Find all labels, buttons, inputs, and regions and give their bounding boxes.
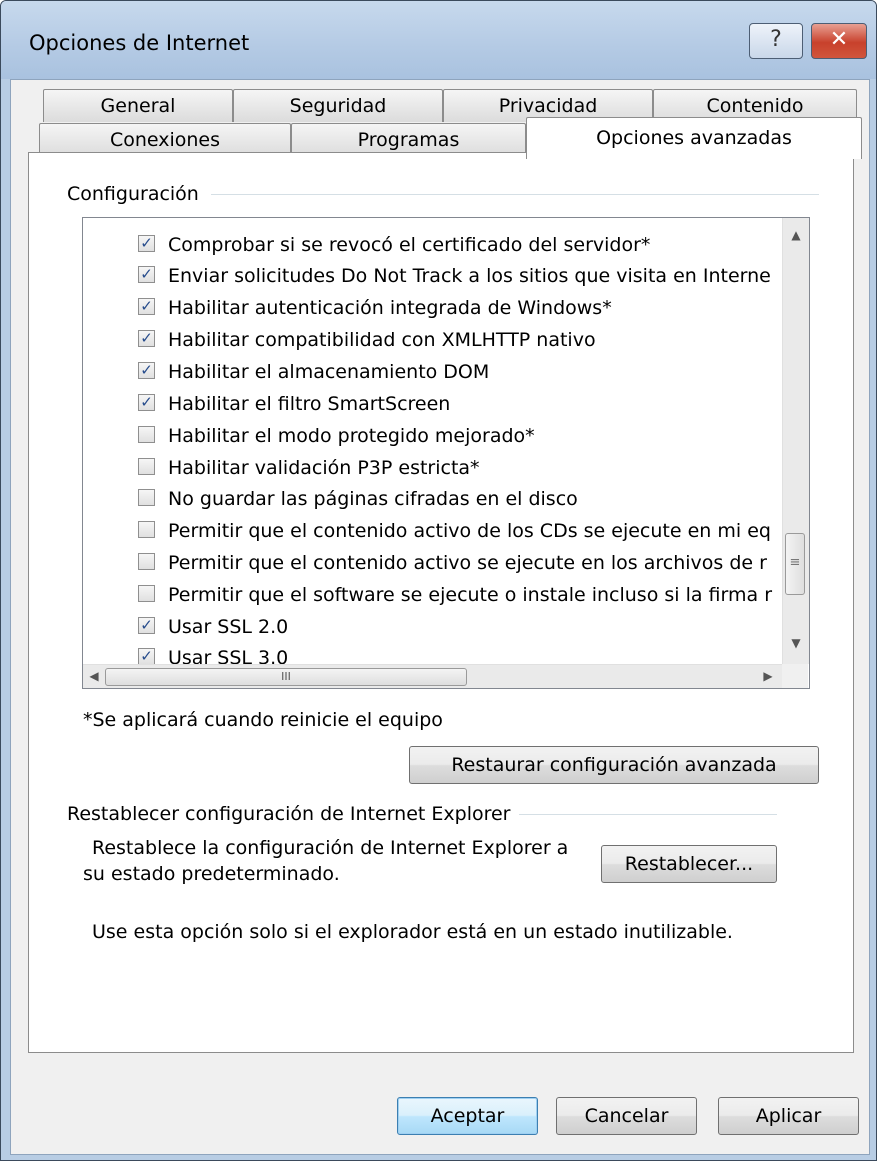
- checkbox[interactable]: ✓: [138, 266, 155, 283]
- checkbox[interactable]: [138, 458, 155, 475]
- checkbox[interactable]: [138, 553, 155, 570]
- checkbox[interactable]: ✓: [138, 394, 155, 411]
- window-title: Opciones de Internet: [29, 31, 250, 55]
- checkbox[interactable]: ✓: [138, 648, 155, 665]
- checkbox[interactable]: [138, 489, 155, 506]
- checkbox[interactable]: [138, 426, 155, 443]
- tab-seguridad[interactable]: Seguridad: [233, 89, 443, 122]
- checkbox[interactable]: [138, 521, 155, 538]
- help-button[interactable]: ?: [749, 23, 803, 59]
- reset-note: Use esta opción solo si el explorador es…: [92, 921, 733, 943]
- restart-footnote: *Se aplicará cuando reinicie el equipo: [83, 709, 443, 731]
- close-button[interactable]: ✕: [811, 23, 867, 59]
- reset-description-line2: su estado predeterminado.: [83, 863, 340, 885]
- checkbox[interactable]: ✓: [138, 617, 155, 634]
- scroll-right-arrow-icon[interactable]: ▶: [761, 669, 775, 683]
- scroll-down-arrow-icon[interactable]: ▼: [783, 636, 809, 650]
- checkbox[interactable]: ✓: [138, 235, 155, 252]
- ok-button[interactable]: Aceptar: [397, 1097, 538, 1135]
- horizontal-scroll-thumb[interactable]: III: [105, 668, 467, 686]
- checkbox[interactable]: ✓: [138, 330, 155, 347]
- scroll-left-arrow-icon[interactable]: ◀: [87, 669, 101, 683]
- reset-divider: [473, 814, 777, 815]
- apply-button[interactable]: Aplicar: [718, 1097, 859, 1135]
- horizontal-scrollbar[interactable]: ◀ III ▶: [83, 664, 782, 688]
- cancel-button[interactable]: Cancelar: [556, 1097, 697, 1135]
- reset-button[interactable]: Restablecer...: [601, 845, 777, 883]
- configuration-divider: [211, 194, 819, 195]
- checkbox[interactable]: ✓: [138, 362, 155, 379]
- title-bar: Opciones de Internet ? ✕: [1, 1, 876, 79]
- checkbox[interactable]: ✓: [138, 298, 155, 315]
- scrollbar-corner: [782, 664, 808, 688]
- vertical-scroll-thumb[interactable]: ≡: [785, 533, 805, 595]
- tab-opciones-avanzadas[interactable]: Opciones avanzadas: [526, 117, 862, 159]
- scroll-up-arrow-icon[interactable]: ▲: [783, 228, 809, 242]
- tab-general[interactable]: General: [43, 89, 233, 122]
- reset-group-label: Restablecer configuración de Internet Ex…: [67, 803, 519, 825]
- configuration-label: Configuración: [67, 183, 207, 205]
- checkbox[interactable]: [138, 585, 155, 602]
- vertical-scrollbar[interactable]: ▲ ≡ ▼: [782, 218, 809, 664]
- internet-options-dialog: Opciones de Internet ? ✕ General Segurid…: [0, 0, 877, 1161]
- reset-description-line1: Restablece la configuración de Internet …: [92, 837, 569, 859]
- settings-list[interactable]: ✓ Comprobar si se revocó el certificado d…: [82, 217, 810, 689]
- restore-advanced-button[interactable]: Restaurar configuración avanzada: [409, 746, 819, 784]
